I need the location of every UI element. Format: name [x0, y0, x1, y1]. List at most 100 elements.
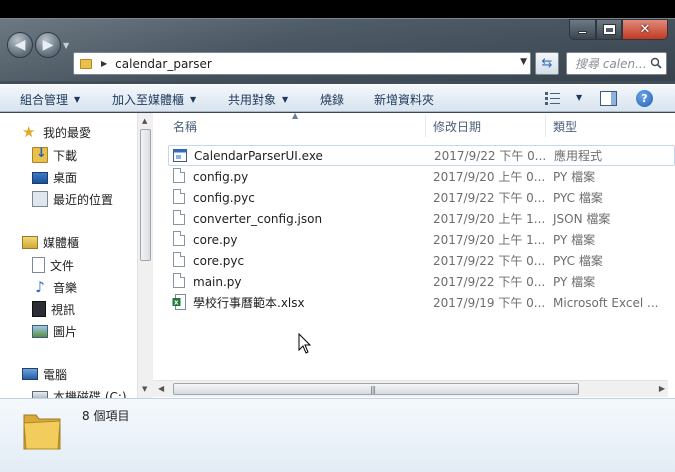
scroll-down-icon[interactable]: ▼ [142, 385, 147, 393]
close-button[interactable]: ✕ [622, 19, 668, 40]
nav-item-local-disk[interactable]: 本機磁碟 (C:) [32, 386, 127, 398]
file-name: CalendarParserUI.exe [194, 148, 323, 163]
desktop-strip [0, 0, 675, 18]
file-row[interactable]: CalendarParserUI.exe 2017/9/22 下午 0... 應… [168, 145, 675, 166]
chevron-down-icon: ▼ [74, 95, 81, 104]
desktop-icon [32, 172, 48, 184]
chevron-down-icon: ▼ [190, 95, 197, 104]
minimize-button[interactable] [569, 19, 596, 40]
column-divider[interactable] [425, 115, 426, 137]
file-row[interactable]: core.pyc 2017/9/22 下午 0... PYC 檔案 [168, 250, 675, 271]
forward-button[interactable]: ▶ [35, 32, 61, 58]
horizontal-scrollbar[interactable]: ◀ ||| ▶ [153, 380, 668, 397]
file-date: 2017/9/20 上午 0... [433, 170, 546, 184]
nav-item-downloads[interactable]: 下載 [32, 145, 77, 165]
organize-button[interactable]: 組合管理 ▼ [20, 91, 80, 108]
share-with-label: 共用對象 [228, 93, 277, 107]
preview-pane-icon[interactable] [600, 91, 617, 106]
refresh-button[interactable]: ⇆ [535, 52, 559, 75]
column-header: ▲ 名稱 修改日期 類型 [153, 113, 675, 140]
mouse-cursor-icon [298, 333, 312, 354]
maximize-button[interactable] [596, 19, 622, 40]
search-box[interactable]: 搜尋 calen... [566, 52, 667, 75]
file-row[interactable]: converter_config.json 2017/9/20 上午 1... … [168, 208, 675, 229]
back-button[interactable]: ◀ [7, 32, 33, 58]
address-dropdown-icon[interactable]: ▼ [520, 57, 527, 67]
documents-icon [32, 257, 45, 273]
file-name: 學校行事曆範本.xlsx [193, 296, 305, 310]
column-date-modified[interactable]: 修改日期 [433, 118, 481, 135]
maximize-icon [602, 24, 616, 35]
file-date: 2017/9/22 下午 0... [433, 254, 546, 268]
nav-item-label: 視訊 [51, 302, 76, 317]
nav-item-recent-places[interactable]: 最近的位置 [32, 189, 113, 209]
help-icon[interactable]: ? [636, 90, 653, 107]
file-date: 2017/9/22 下午 0... [433, 275, 546, 289]
music-icon: ♪ [35, 278, 45, 296]
include-in-library-label: 加入至媒體櫃 [112, 93, 185, 107]
column-divider[interactable] [545, 115, 546, 137]
nav-item-label: 文件 [50, 258, 75, 273]
nav-item-label: 下載 [53, 148, 78, 163]
file-name: config.pyc [193, 190, 255, 205]
breadcrumb-chevron-icon[interactable]: ▶ [101, 59, 107, 68]
nav-item-label: 桌面 [53, 170, 78, 185]
new-folder-button[interactable]: 新增資料夾 [374, 91, 434, 108]
file-row[interactable]: x 學校行事曆範本.xlsx 2017/9/19 下午 0... Microso… [168, 292, 675, 313]
file-row[interactable]: config.pyc 2017/9/22 下午 0... PYC 檔案 [168, 187, 675, 208]
nav-scrollbar-thumb[interactable] [140, 129, 151, 261]
address-bar[interactable]: ▶ calendar_parser ▼ [73, 52, 531, 75]
scroll-left-icon[interactable]: ◀ [158, 384, 164, 393]
file-type: 應用程式 [554, 149, 603, 163]
file-icon [172, 231, 186, 247]
nav-item-label: 音樂 [53, 280, 78, 295]
change-view-icon[interactable] [545, 92, 561, 105]
column-type[interactable]: 類型 [553, 118, 577, 135]
file-type: JSON 檔案 [553, 212, 611, 226]
nav-item-libraries[interactable]: 媒體櫃 [22, 232, 79, 252]
horizontal-scrollbar-thumb[interactable]: ||| [173, 383, 579, 395]
column-name[interactable]: 名稱 [173, 118, 197, 135]
scroll-right-icon[interactable]: ▶ [659, 384, 665, 393]
back-arrow-icon: ◀ [14, 37, 26, 53]
search-icon[interactable] [650, 57, 662, 69]
file-type: PYC 檔案 [553, 254, 603, 268]
burn-button[interactable]: 燒錄 [320, 91, 344, 108]
file-row[interactable]: core.py 2017/9/20 上午 1... PY 檔案 [168, 229, 675, 250]
file-row[interactable]: config.py 2017/9/20 上午 0... PY 檔案 [168, 166, 675, 187]
view-options-dropdown[interactable]: ▼ [570, 91, 582, 105]
include-in-library-button[interactable]: 加入至媒體櫃 ▼ [112, 91, 196, 108]
file-date: 2017/9/20 上午 1... [433, 233, 546, 247]
nav-item-desktop[interactable]: 桌面 [32, 167, 77, 187]
file-list: ▲ 名稱 修改日期 類型 CalendarParserUI.exe 2017/9… [153, 113, 675, 398]
nav-item-documents[interactable]: 文件 [32, 255, 74, 275]
share-with-button[interactable]: 共用對象 ▼ [228, 91, 288, 108]
history-buttons: ◀ ▶ ▼ [5, 32, 69, 60]
file-type: PY 檔案 [553, 233, 596, 247]
minimize-icon [578, 31, 587, 34]
nav-item-computer[interactable]: 電腦 [22, 364, 67, 384]
file-row[interactable]: main.py 2017/9/22 下午 0... PY 檔案 [168, 271, 675, 292]
nav-item-pictures[interactable]: 圖片 [32, 321, 77, 341]
nav-item-label: 圖片 [53, 324, 78, 339]
breadcrumb-current-folder[interactable]: calendar_parser [115, 57, 212, 71]
file-date: 2017/9/19 下午 0... [433, 296, 546, 310]
file-icon [172, 252, 186, 268]
nav-item-label: 媒體櫃 [43, 235, 80, 250]
recent-pages-dropdown[interactable]: ▼ [63, 41, 69, 50]
file-name: main.py [193, 274, 242, 289]
search-input[interactable]: 搜尋 calen... [575, 55, 645, 72]
computer-icon [22, 368, 38, 380]
nav-item-music[interactable]: ♪ 音樂 [32, 277, 77, 297]
nav-pane-scrollbar[interactable]: ▲ ▼ [137, 113, 153, 398]
svg-text:x: x [174, 299, 179, 307]
scroll-up-icon[interactable]: ▲ [142, 117, 147, 125]
nav-item-videos[interactable]: 視訊 [32, 299, 75, 319]
nav-item-favorites[interactable]: ★ 我的最愛 [22, 122, 91, 142]
forward-arrow-icon: ▶ [42, 37, 54, 53]
details-pane: 8 個項目 [0, 398, 675, 472]
excel-icon: x [172, 294, 186, 310]
chevron-down-icon: ▼ [282, 95, 289, 104]
downloads-folder-icon [32, 146, 48, 163]
file-icon [172, 273, 186, 289]
